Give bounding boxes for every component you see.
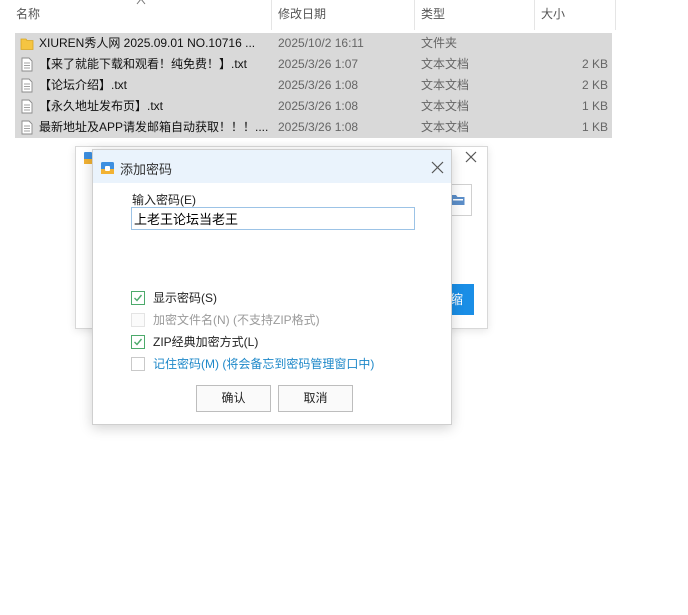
dialog-titlebar[interactable]: 添加密码 <box>93 150 451 183</box>
text-file-icon <box>21 78 33 93</box>
file-type: 文本文档 <box>421 57 470 71</box>
checkbox-unchecked[interactable] <box>131 357 145 371</box>
column-header-size[interactable]: 大小 <box>541 0 565 30</box>
dialog-title: 添加密码 <box>120 162 173 177</box>
checkmark-icon <box>134 338 143 346</box>
column-header-type[interactable]: 类型 <box>421 0 445 30</box>
file-name: 最新地址及APP请发邮箱自动获取！！！.... <box>39 120 269 134</box>
file-row[interactable]: 【来了就能下载和观看！纯免费！】.txt 2025/3/26 1:07 文本文档… <box>15 54 612 75</box>
checkbox-checked[interactable] <box>131 335 145 349</box>
file-row[interactable]: 【论坛介绍】.txt 2025/3/26 1:08 文本文档 2 KB <box>15 75 612 96</box>
zip-classic-encryption-checkbox[interactable]: ZIP经典加密方式(L) <box>131 334 451 352</box>
column-divider[interactable] <box>414 0 415 30</box>
checkbox-label: 显示密码(S) <box>153 291 217 305</box>
file-size: 2 KB <box>581 57 608 71</box>
folder-icon <box>20 38 34 50</box>
file-size: 1 KB <box>581 99 608 113</box>
remember-password-checkbox[interactable]: 记住密码(M) (将会备忘到密码管理窗口中) <box>131 356 451 374</box>
encrypt-filenames-checkbox: 加密文件名(N) (不支持ZIP格式) <box>131 312 451 330</box>
password-label: 输入密码(E) <box>132 193 196 207</box>
file-size: 1 KB <box>581 120 608 134</box>
file-type: 文件夹 <box>421 36 458 50</box>
file-type: 文本文档 <box>421 78 470 92</box>
checkbox-disabled <box>131 313 145 327</box>
file-name: 【永久地址发布页】.txt <box>39 99 164 113</box>
file-row[interactable]: 【永久地址发布页】.txt 2025/3/26 1:08 文本文档 1 KB <box>15 96 612 117</box>
close-icon[interactable] <box>463 149 479 165</box>
checkmark-icon <box>134 294 143 302</box>
column-divider[interactable] <box>534 0 535 30</box>
cancel-button[interactable]: 取消 <box>278 385 353 412</box>
confirm-button[interactable]: 确认 <box>196 385 271 412</box>
file-row[interactable]: XIUREN秀人网 2025.09.01 NO.10716 ... 2025/1… <box>15 33 612 54</box>
close-icon[interactable] <box>430 160 445 175</box>
add-password-dialog: 添加密码 输入密码(E) 显示密码(S) 加密文件名(N) (不支持ZIP格式)… <box>92 149 452 425</box>
file-date: 2025/3/26 1:08 <box>278 120 359 134</box>
file-row[interactable]: 最新地址及APP请发邮箱自动获取！！！.... 2025/3/26 1:08 文… <box>15 117 612 138</box>
checkbox-label: 记住密码(M) (将会备忘到密码管理窗口中) <box>153 357 375 371</box>
column-divider[interactable] <box>271 0 272 30</box>
file-name: 【来了就能下载和观看！纯免费！】.txt <box>39 57 248 71</box>
file-name: 【论坛介绍】.txt <box>39 78 128 92</box>
file-date: 2025/3/26 1:08 <box>278 99 359 113</box>
file-list-header: 名称 修改日期 类型 大小 <box>0 0 616 30</box>
column-divider[interactable] <box>615 0 616 30</box>
file-date: 2025/10/2 16:11 <box>278 36 364 50</box>
sort-ascending-icon <box>136 0 146 5</box>
file-type: 文本文档 <box>421 120 470 134</box>
text-file-icon <box>21 57 33 72</box>
file-name: XIUREN秀人网 2025.09.01 NO.10716 ... <box>39 36 256 50</box>
text-file-icon <box>21 99 33 114</box>
file-size: 2 KB <box>581 78 608 92</box>
file-type: 文本文档 <box>421 99 470 113</box>
file-date: 2025/3/26 1:08 <box>278 78 359 92</box>
app-icon <box>101 162 114 174</box>
checkbox-label: 加密文件名(N) (不支持ZIP格式) <box>153 313 320 327</box>
show-password-checkbox[interactable]: 显示密码(S) <box>131 290 451 308</box>
password-input[interactable] <box>131 207 415 230</box>
text-file-icon <box>21 120 33 135</box>
file-date: 2025/3/26 1:07 <box>278 57 359 71</box>
checkbox-checked[interactable] <box>131 291 145 305</box>
checkbox-label: ZIP经典加密方式(L) <box>153 335 259 349</box>
column-header-name[interactable]: 名称 <box>16 0 40 30</box>
column-header-date[interactable]: 修改日期 <box>278 0 326 30</box>
